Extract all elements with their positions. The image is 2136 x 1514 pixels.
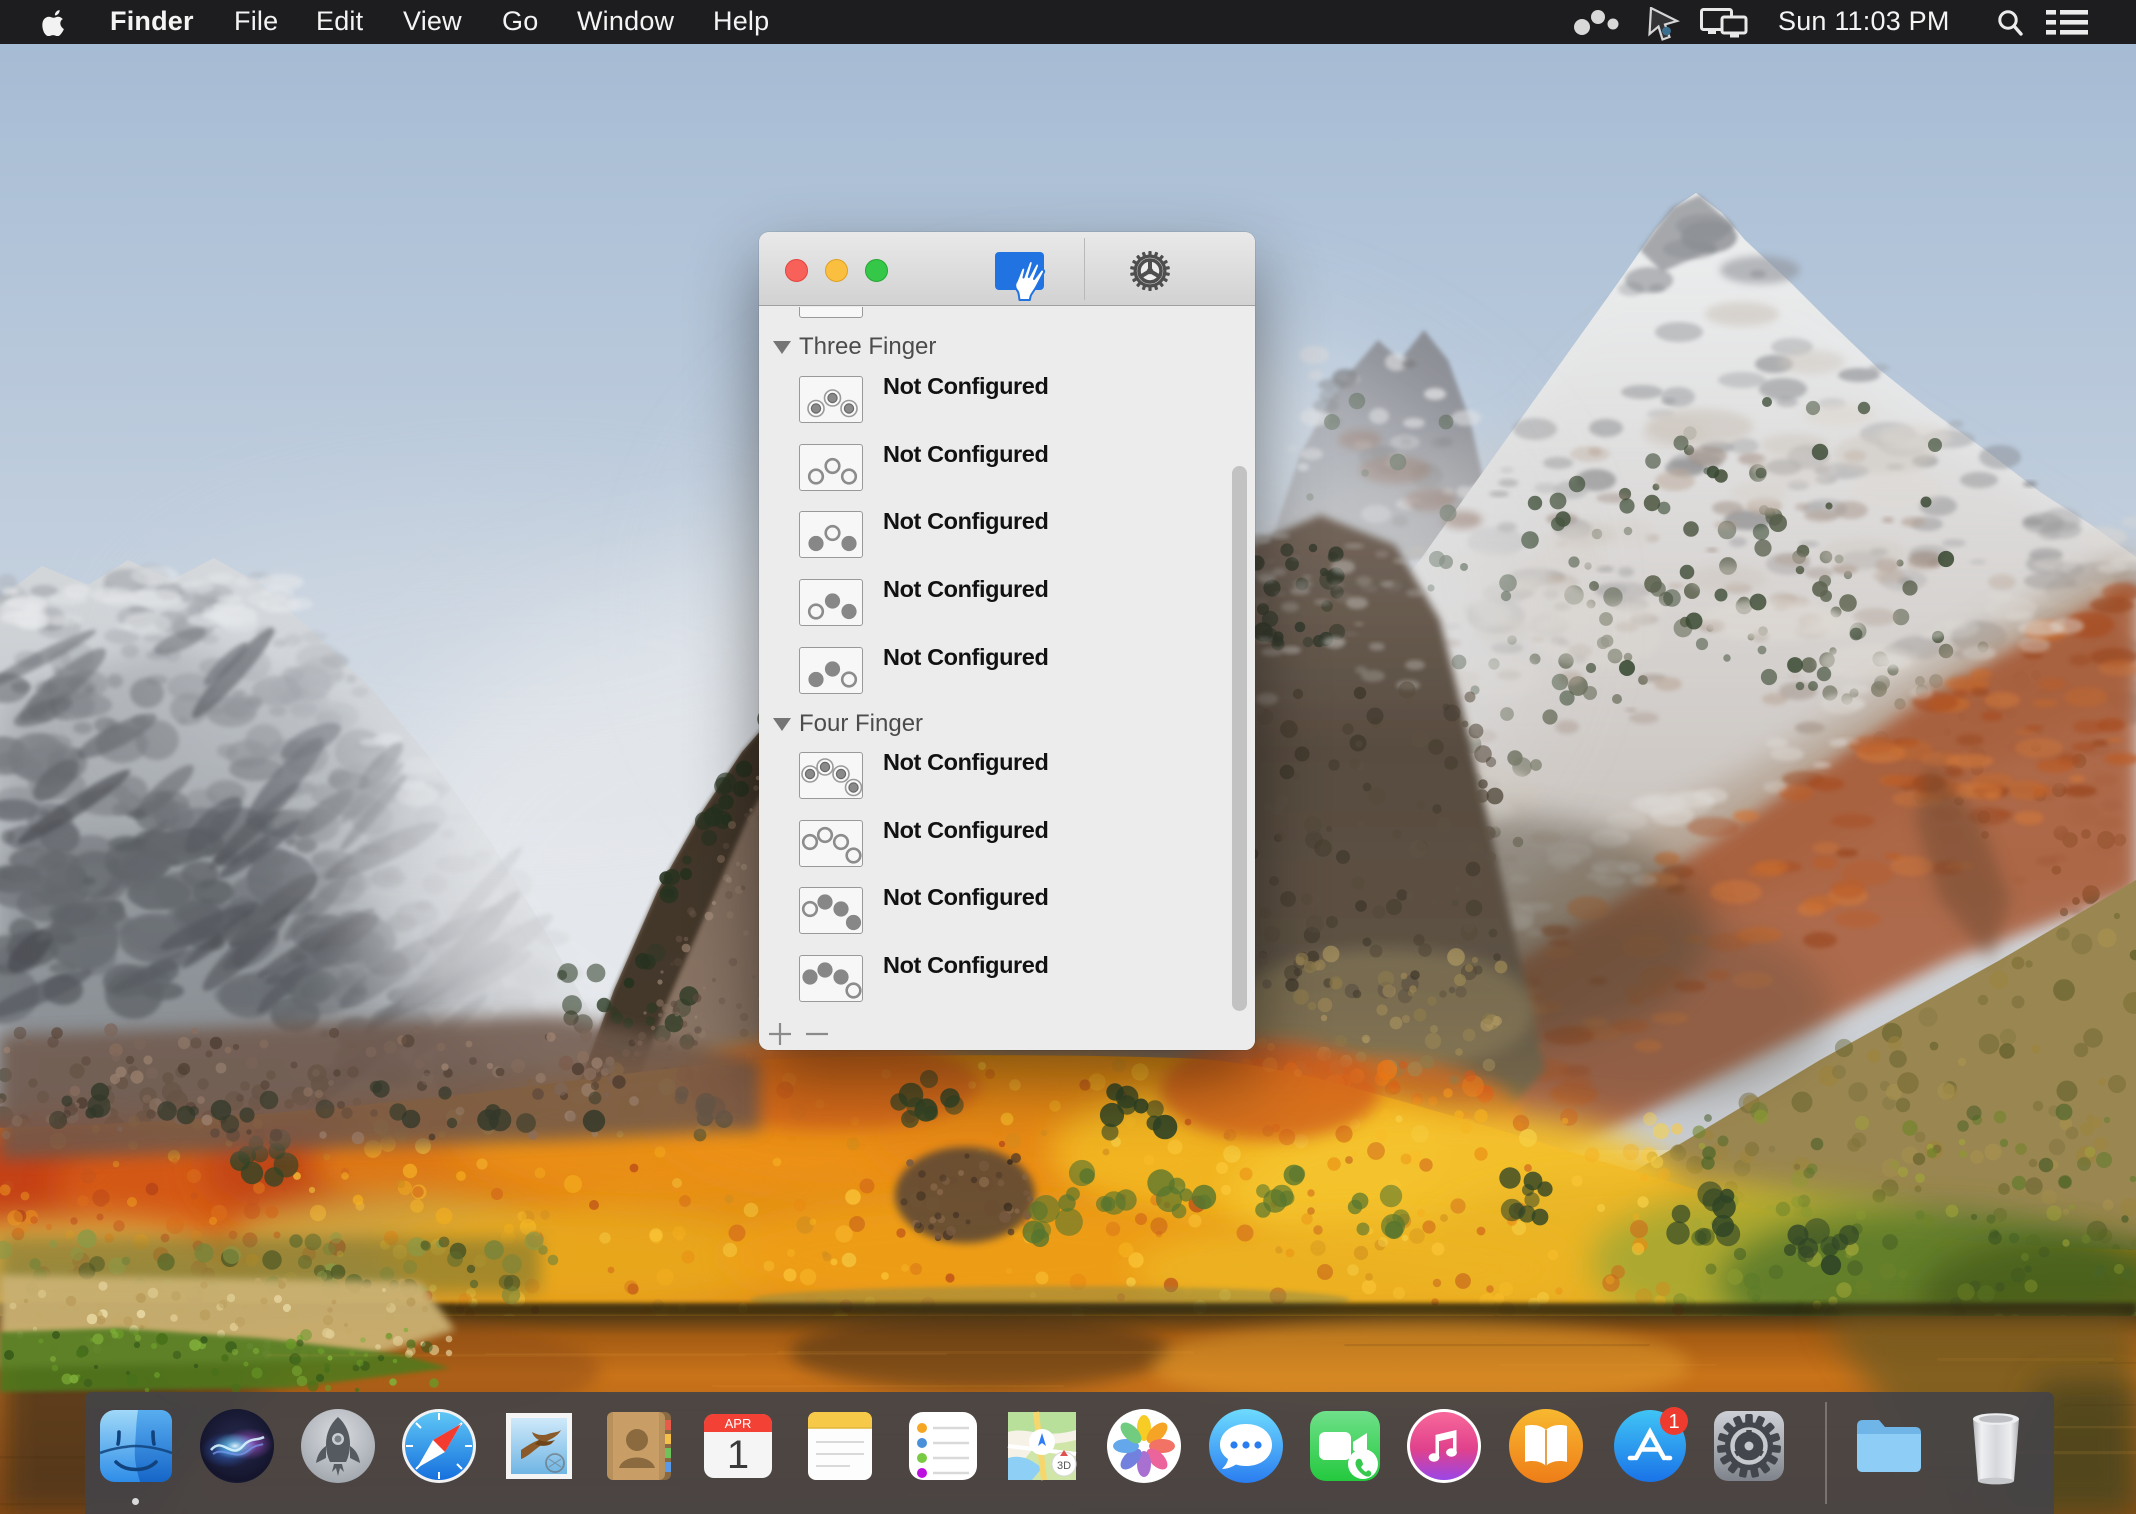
svg-text:1: 1 [727, 1433, 749, 1477]
svg-text:1: 1 [1668, 1411, 1679, 1433]
svg-text:3D: 3D [1057, 1460, 1071, 1472]
svg-text:APR: APR [725, 1416, 752, 1431]
